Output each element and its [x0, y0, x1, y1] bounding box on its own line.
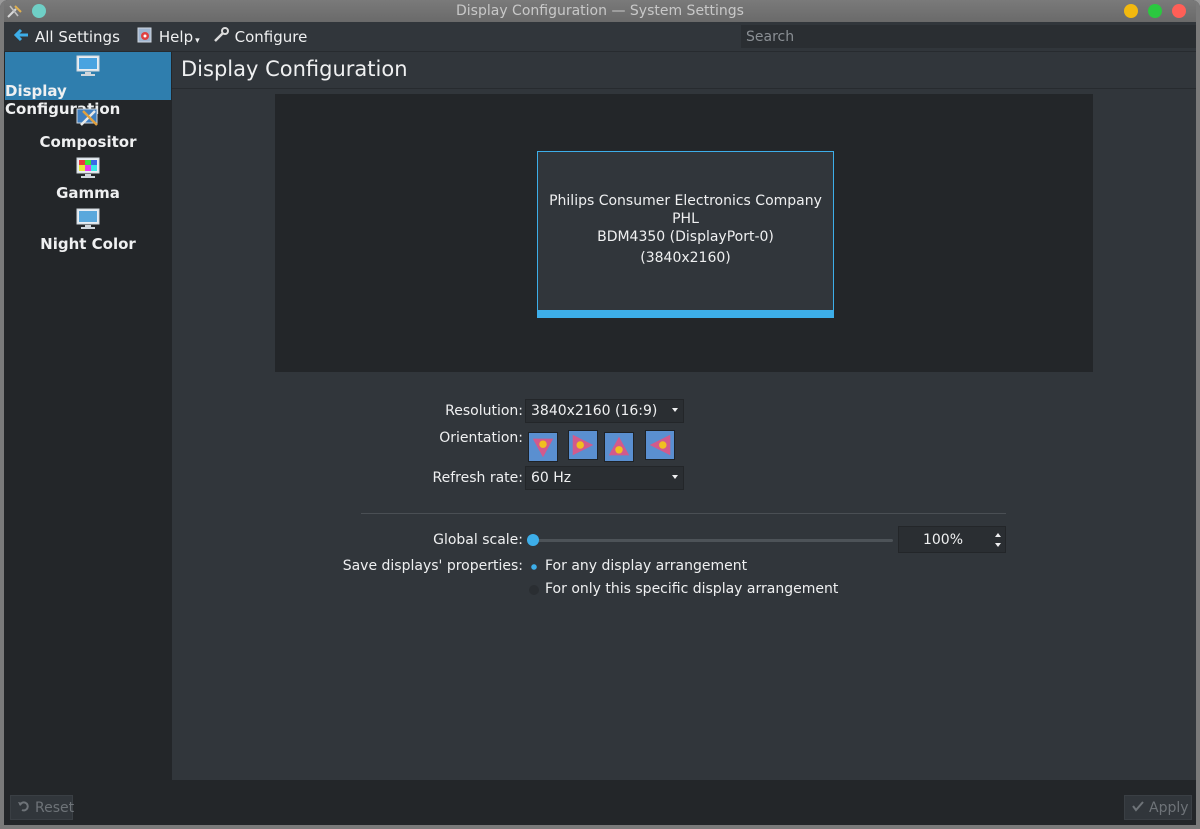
monitor-icon: [75, 54, 101, 82]
radio-specific-arrangement-label[interactable]: For only this specific display arrangeme…: [545, 581, 838, 597]
monitor-name-line1: Philips Consumer Electronics Company PHL: [549, 193, 822, 227]
monitor-resolution: (3840x2160): [640, 250, 731, 266]
sidebar-item-gamma[interactable]: Gamma: [5, 154, 171, 202]
help-menu-button[interactable]: Help ▾: [130, 24, 206, 50]
section-divider: [361, 513, 1006, 514]
sidebar-item-night-color[interactable]: Night Color: [5, 205, 171, 253]
radio-any-arrangement[interactable]: [529, 562, 539, 572]
apply-button[interactable]: Apply: [1124, 795, 1192, 820]
window-frame-bottom: [0, 825, 1200, 829]
toolbar: All Settings Help ▾ Configure: [0, 22, 1200, 52]
orientation-left-button[interactable]: [568, 430, 598, 460]
close-button[interactable]: [1172, 4, 1186, 18]
global-scale-slider-handle[interactable]: [527, 534, 539, 546]
orientation-normal-button[interactable]: [528, 432, 558, 462]
spin-down-icon[interactable]: [995, 543, 1001, 547]
window-frame-left: [0, 0, 4, 829]
radio-specific-arrangement[interactable]: [529, 585, 539, 595]
help-label: Help: [158, 27, 194, 46]
system-settings-window: Display Configuration — System Settings …: [0, 0, 1200, 829]
reset-button[interactable]: Reset: [10, 795, 75, 820]
window-menu-dot[interactable]: [32, 4, 46, 18]
checkmark-icon: [1131, 799, 1145, 817]
resolution-combo[interactable]: 3840x2160 (16:9): [525, 399, 684, 423]
title-divider: [172, 88, 1196, 89]
sidebar-item-label: Night Color: [40, 235, 136, 253]
settings-tools-icon: [6, 3, 24, 19]
orientation-label: Orientation:: [439, 430, 523, 446]
resolution-label: Resolution:: [445, 403, 523, 419]
wrench-icon: [212, 26, 230, 48]
orientation-right-button[interactable]: [645, 430, 675, 460]
window-title: Display Configuration — System Settings: [456, 3, 744, 19]
configure-button[interactable]: Configure: [206, 24, 314, 50]
night-color-icon: [75, 207, 101, 235]
page-title: Display Configuration: [181, 57, 408, 81]
resolution-value: 3840x2160 (16:9): [531, 403, 658, 419]
search-input[interactable]: [741, 25, 1196, 48]
chevron-down-icon: [672, 408, 678, 412]
refresh-rate-combo[interactable]: 60 Hz: [525, 466, 684, 490]
global-scale-slider-track[interactable]: [531, 539, 893, 542]
spin-up-icon[interactable]: [995, 533, 1001, 537]
bottom-bar: [4, 780, 1196, 825]
monitor-output[interactable]: Philips Consumer Electronics Company PHL…: [537, 151, 834, 318]
radio-any-arrangement-label[interactable]: For any display arrangement: [545, 558, 747, 574]
monitor-primary-bar: [538, 310, 833, 317]
monitor-name-line2: BDM4350 (DisplayPort-0): [597, 229, 774, 245]
sidebar-item-label: Gamma: [56, 184, 120, 202]
help-icon: [136, 26, 154, 48]
configure-label: Configure: [234, 27, 308, 46]
orientation-inverted-button[interactable]: [604, 432, 634, 462]
gamma-icon: [75, 156, 101, 184]
reset-label: Reset: [35, 799, 75, 816]
all-settings-button[interactable]: All Settings: [6, 24, 126, 50]
maximize-button[interactable]: [1148, 4, 1162, 18]
title-bar: Display Configuration — System Settings: [0, 0, 1200, 22]
chevron-down-icon: ▾: [195, 35, 200, 46]
compositor-icon: [75, 105, 101, 133]
sidebar-item-display-configuration[interactable]: Display Configuration: [5, 52, 171, 118]
apply-label: Apply: [1149, 799, 1189, 816]
screen-arrangement-view[interactable]: Philips Consumer Electronics Company PHL…: [275, 94, 1093, 372]
title-bar-left: [6, 3, 46, 19]
minimize-button[interactable]: [1124, 4, 1138, 18]
window-controls: [1124, 4, 1186, 18]
global-scale-label: Global scale:: [433, 532, 523, 548]
undo-icon: [17, 799, 31, 817]
sidebar-item-label: Compositor: [39, 133, 137, 151]
chevron-down-icon: [672, 475, 678, 479]
global-scale-spinbox[interactable]: 100%: [898, 526, 1006, 553]
all-settings-label: All Settings: [35, 27, 120, 46]
global-scale-value: 100%: [922, 531, 963, 548]
refresh-rate-value: 60 Hz: [531, 470, 572, 486]
save-properties-label: Save displays' properties:: [342, 558, 523, 574]
refresh-rate-label: Refresh rate:: [432, 470, 523, 486]
sidebar: Display Configuration Compositor Gamma N…: [4, 52, 172, 788]
back-arrow-icon: [12, 26, 30, 48]
window-frame-right: [1196, 0, 1200, 829]
main-panel: Display Configuration Philips Consumer E…: [172, 52, 1196, 780]
